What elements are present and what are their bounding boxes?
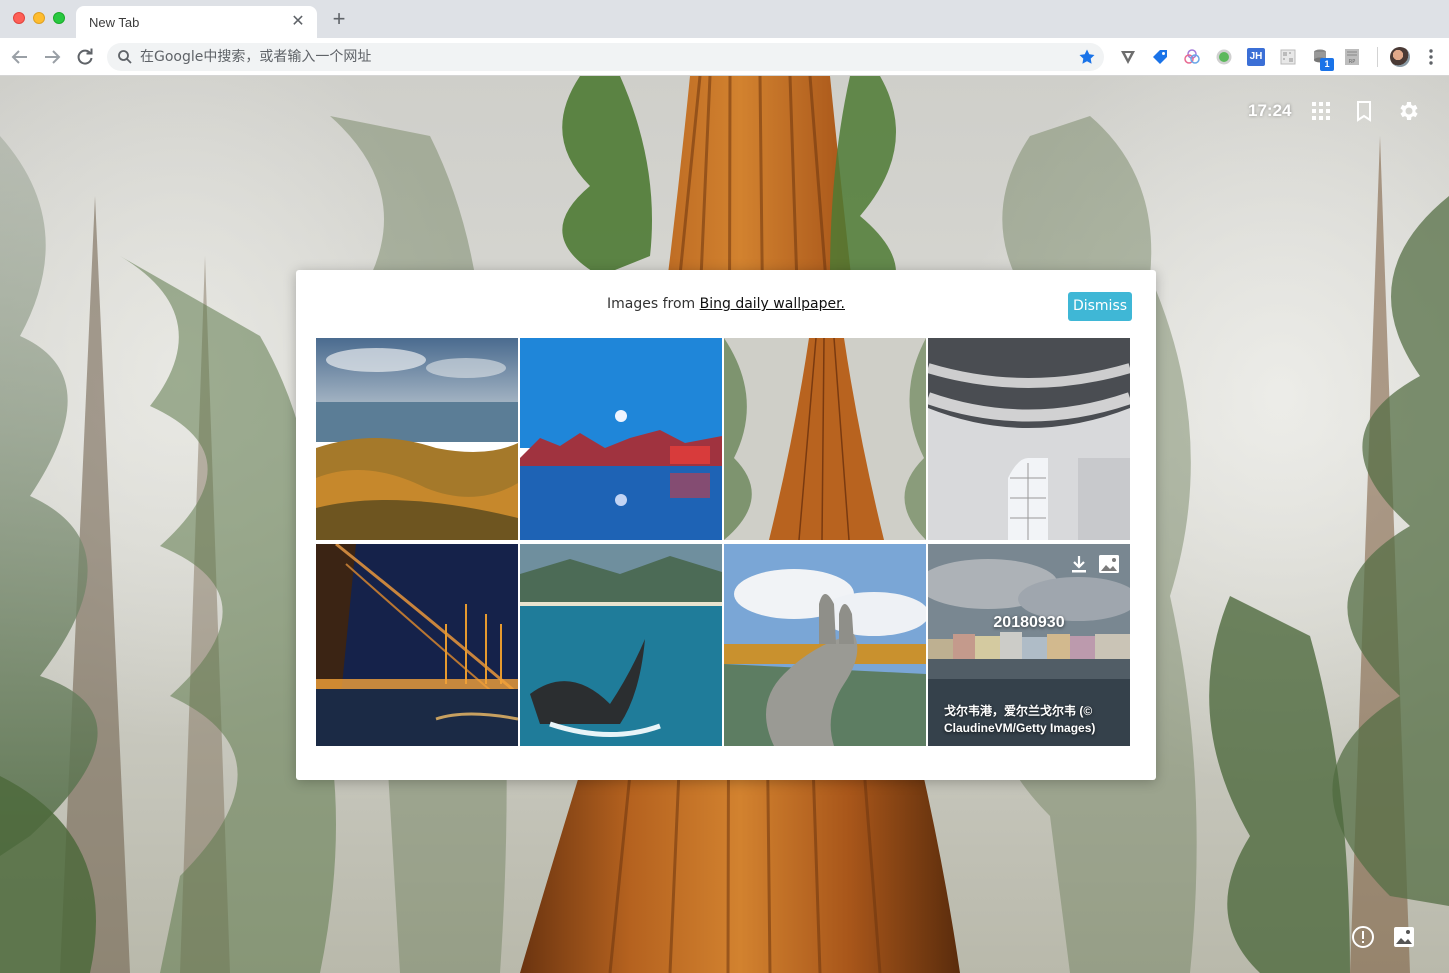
svg-text:RP: RP <box>1349 59 1356 65</box>
dismiss-button[interactable]: Dismiss <box>1068 292 1132 321</box>
minimize-window-button[interactable] <box>33 12 45 24</box>
maximize-window-button[interactable] <box>53 12 65 24</box>
jh-icon[interactable]: JH <box>1247 48 1265 66</box>
thumbnail-image <box>316 544 518 746</box>
thumbnail-image <box>520 338 722 540</box>
close-window-button[interactable] <box>13 12 25 24</box>
wallpaper-picker-dialog: Images from Bing daily wallpaper. Dismis… <box>296 270 1156 780</box>
profile-avatar[interactable] <box>1390 47 1410 67</box>
thumbnail-redwood[interactable] <box>724 338 926 540</box>
tab-strip: New Tab ✕ + <box>0 0 1449 38</box>
thumbnail-galway-harbour[interactable]: 20180930 戈尔韦港，爱尔兰戈尔韦 (© ClaudineVM/Getty… <box>928 544 1130 746</box>
omnibox[interactable] <box>107 43 1104 71</box>
browser-toolbar: JH 1 RP <box>0 38 1449 76</box>
palette-icon[interactable] <box>1183 48 1201 66</box>
tab-close-icon[interactable]: ✕ <box>288 12 308 32</box>
info-icon[interactable] <box>1351 925 1375 949</box>
forward-arrow-icon[interactable] <box>41 46 63 68</box>
rp-icon[interactable]: RP <box>1343 48 1361 66</box>
tag-icon[interactable] <box>1151 48 1169 66</box>
thumbnail-mountain-valley[interactable] <box>316 338 518 540</box>
thumbnail-ceiling-sculpture[interactable] <box>928 338 1130 540</box>
download-icon[interactable] <box>1070 554 1088 574</box>
wallpaper-date: 20180930 <box>993 614 1065 631</box>
vivaldi-icon[interactable] <box>1119 48 1137 66</box>
tab-title: New Tab <box>89 15 140 30</box>
bing-wallpaper-link[interactable]: Bing daily wallpaper. <box>700 296 845 312</box>
new-tab-button[interactable]: + <box>328 8 350 31</box>
extension-badge: 1 <box>1320 58 1334 71</box>
qr-icon[interactable] <box>1279 48 1297 66</box>
back-arrow-icon[interactable] <box>9 46 31 68</box>
green-circle-icon[interactable] <box>1215 48 1233 66</box>
set-wallpaper-icon[interactable] <box>1098 554 1120 574</box>
clock: 17:24 <box>1248 101 1292 120</box>
bookmark-star-icon[interactable] <box>1078 48 1096 66</box>
wallpaper-grid: 20180930 戈尔韦港，爱尔兰戈尔韦 (© ClaudineVM/Getty… <box>316 338 1132 746</box>
dialog-message-prefix: Images from <box>606 296 700 312</box>
thumbnail-harbor-night[interactable] <box>316 544 518 746</box>
thumbnail-image <box>724 338 926 540</box>
tab-new-tab[interactable]: New Tab ✕ <box>76 6 317 38</box>
thumbnail-image <box>316 338 518 540</box>
toolbar-separator <box>1377 47 1378 67</box>
thumbnail-water-town[interactable] <box>520 338 722 540</box>
search-icon <box>118 50 132 64</box>
thumbnail-image <box>520 544 722 746</box>
settings-icon[interactable] <box>1397 99 1421 123</box>
apps-grid-icon[interactable] <box>1310 100 1332 122</box>
thumbnail-image <box>724 544 926 746</box>
thumbnail-image <box>928 338 1130 540</box>
address-input[interactable] <box>140 43 1060 71</box>
image-icon[interactable] <box>1392 925 1416 949</box>
wallpaper-caption: 戈尔韦港，爱尔兰戈尔韦 (© ClaudineVM/Getty Images) <box>944 704 1096 735</box>
bookmark-icon[interactable] <box>1353 100 1375 122</box>
more-menu-icon[interactable] <box>1428 48 1434 66</box>
thumbnail-whale-tail[interactable] <box>520 544 722 746</box>
thumbnail-golden-bridge[interactable] <box>724 544 926 746</box>
dialog-message: Images from Bing daily wallpaper. <box>296 296 1156 312</box>
reload-icon[interactable] <box>74 46 96 68</box>
